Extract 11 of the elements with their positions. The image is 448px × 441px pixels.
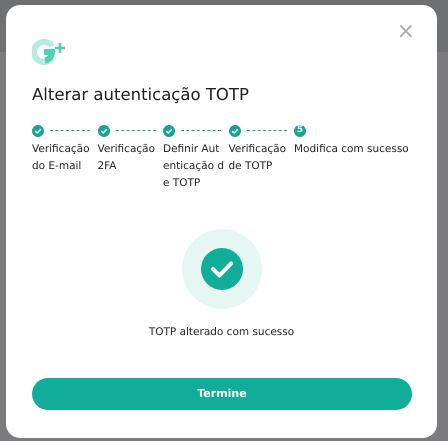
step-label: Verificação de TOTP [228, 142, 288, 174]
close-button[interactable]: × [396, 21, 415, 43]
step-label: Definir Autenticação de TOTP [163, 142, 225, 192]
dialog-title: Alterar autenticação TOTP [32, 84, 250, 106]
success-message: TOTP alterado com sucesso [148, 326, 294, 338]
step-number: 5 [294, 124, 306, 137]
step-label: Verificação do E-mail [32, 142, 91, 174]
finish-button[interactable]: Termine [32, 378, 412, 410]
logo-icon [32, 39, 68, 65]
step-label: Modifica com sucesso [294, 142, 410, 157]
step-label: Verificação 2FA [98, 142, 156, 174]
